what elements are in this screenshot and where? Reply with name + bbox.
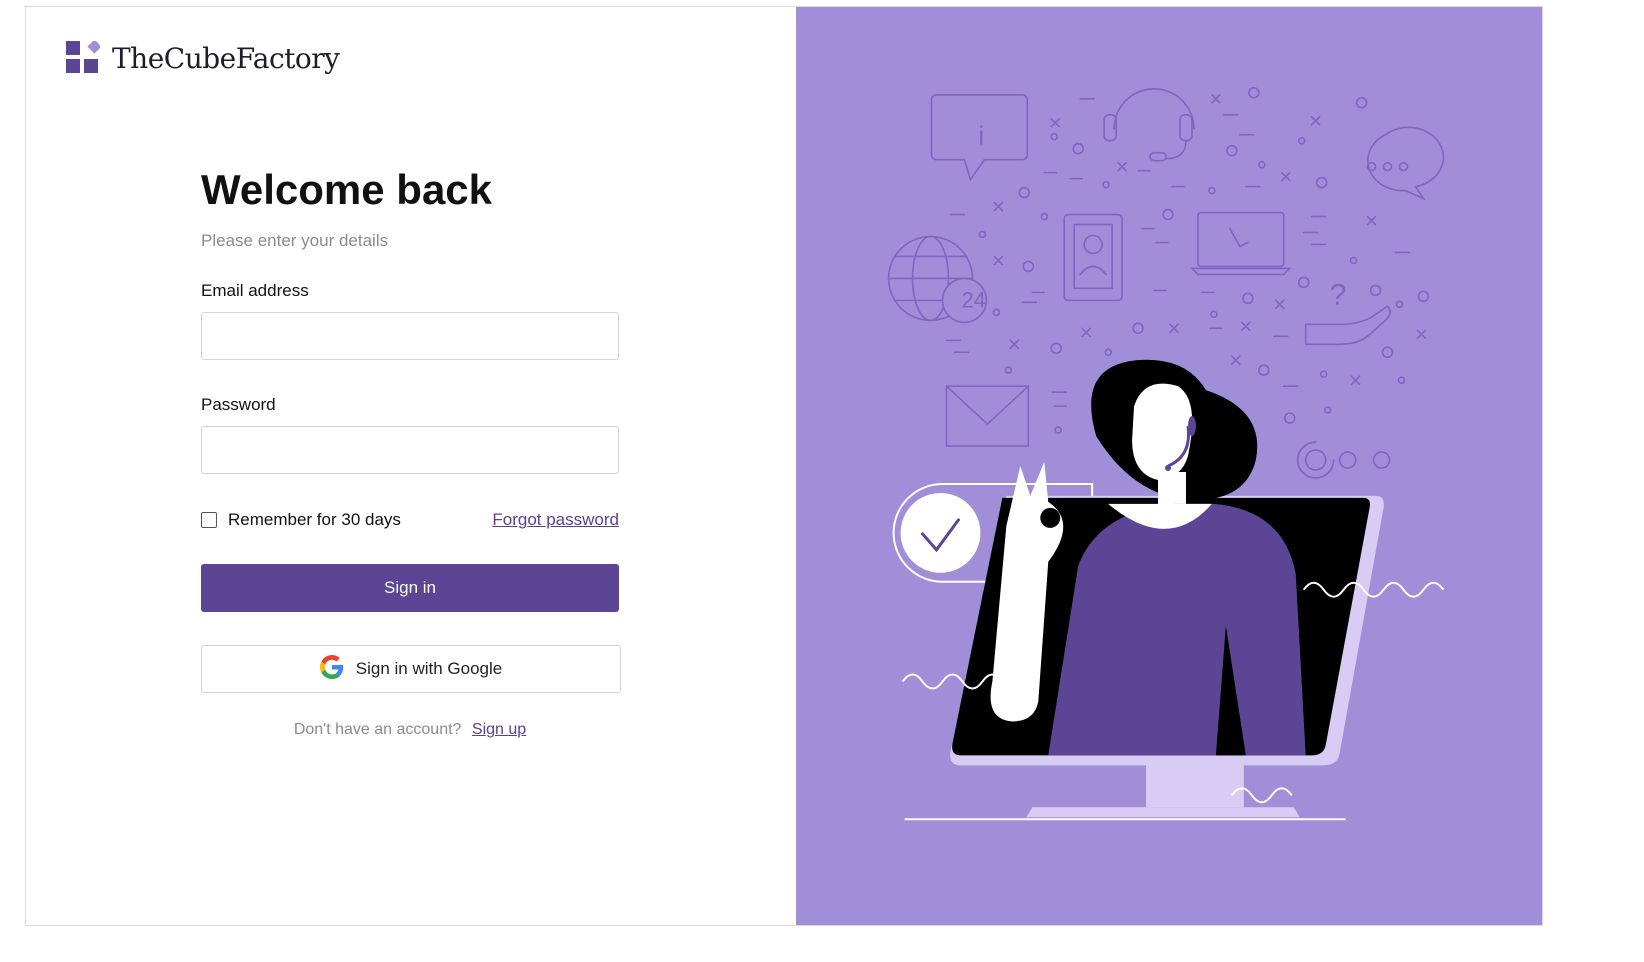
agent-woman-figure	[990, 359, 1306, 756]
remember-label[interactable]: Remember for 30 days	[228, 510, 401, 530]
login-window: TheCubeFactory Welcome back Please enter…	[25, 6, 1543, 926]
google-g-icon	[319, 654, 356, 684]
envelope-icon	[945, 385, 1030, 447]
progress-dots-icon	[1296, 441, 1391, 479]
remember-option[interactable]: Remember for 30 days	[201, 510, 401, 530]
page-title: Welcome back	[201, 166, 493, 213]
support-agent-illustration: 24 i ?	[887, 87, 1445, 821]
brand-name: TheCubeFactory	[112, 41, 340, 75]
phone-user-icon	[1063, 213, 1123, 302]
decor-dashes	[945, 98, 1411, 407]
hand-icon	[1304, 305, 1391, 346]
cube-logo-icon	[66, 41, 100, 75]
chat-bubble-icon	[1366, 126, 1445, 201]
password-label: Password	[201, 395, 276, 415]
illustration-panel: 24 i ?	[796, 7, 1542, 925]
email-field[interactable]	[201, 312, 619, 361]
globe-24-label: 24	[961, 287, 985, 312]
signup-prompt: Don't have an account? Sign up	[201, 721, 619, 739]
info-bubble-label: i	[978, 123, 984, 151]
email-label: Email address	[201, 281, 309, 301]
no-account-text: Don't have an account?	[293, 721, 462, 739]
decor-circles	[978, 87, 1430, 434]
remember-row: Remember for 30 days Forgot password	[201, 510, 619, 530]
google-button-label: Sign in with Google	[355, 659, 503, 679]
sign-up-link[interactable]: Sign up	[472, 721, 526, 738]
page-subtitle: Please enter your details	[201, 231, 389, 251]
login-form: Welcome back Please enter your details E…	[201, 166, 621, 739]
google-sign-in-button[interactable]: Sign in with Google	[201, 645, 621, 694]
question-mark-label: ?	[1330, 278, 1347, 311]
headset-icon	[1103, 88, 1195, 162]
password-field[interactable]	[201, 426, 619, 475]
sign-in-button[interactable]: Sign in	[201, 564, 619, 613]
laptop-call-icon	[1190, 211, 1292, 276]
forgot-password-link[interactable]: Forgot password	[492, 510, 619, 530]
brand-logo[interactable]: TheCubeFactory	[66, 41, 340, 75]
remember-checkbox[interactable]	[201, 512, 217, 529]
login-panel: TheCubeFactory Welcome back Please enter…	[26, 7, 796, 925]
